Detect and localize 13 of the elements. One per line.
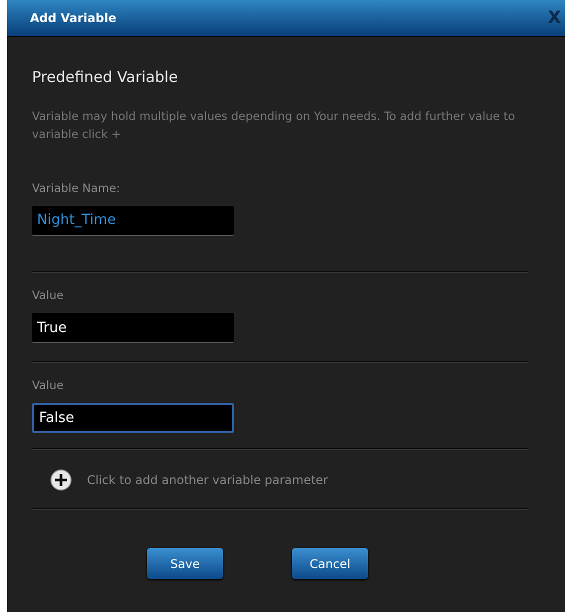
dialog-button[interactable]: Cancel bbox=[292, 548, 368, 580]
window-title: Add Variable bbox=[30, 10, 116, 27]
description-text: Variable may hold multiple values depending on Your needs. To add further value to variable click + bbox=[32, 108, 516, 142]
field-label: Value bbox=[32, 377, 65, 394]
field-label: Variable Name: bbox=[32, 180, 122, 196]
add-icon bbox=[50, 469, 72, 492]
text-field[interactable]: False bbox=[32, 403, 234, 434]
text-field[interactable]: Night_Time bbox=[32, 206, 234, 236]
text-field[interactable]: True bbox=[32, 313, 234, 343]
field-label: Value bbox=[32, 286, 65, 304]
section-heading: Predefined Variable bbox=[32, 67, 179, 88]
add-parameter-button[interactable]: Click to add another variable parameter bbox=[50, 469, 328, 492]
dialog-button[interactable]: Save bbox=[147, 548, 223, 580]
